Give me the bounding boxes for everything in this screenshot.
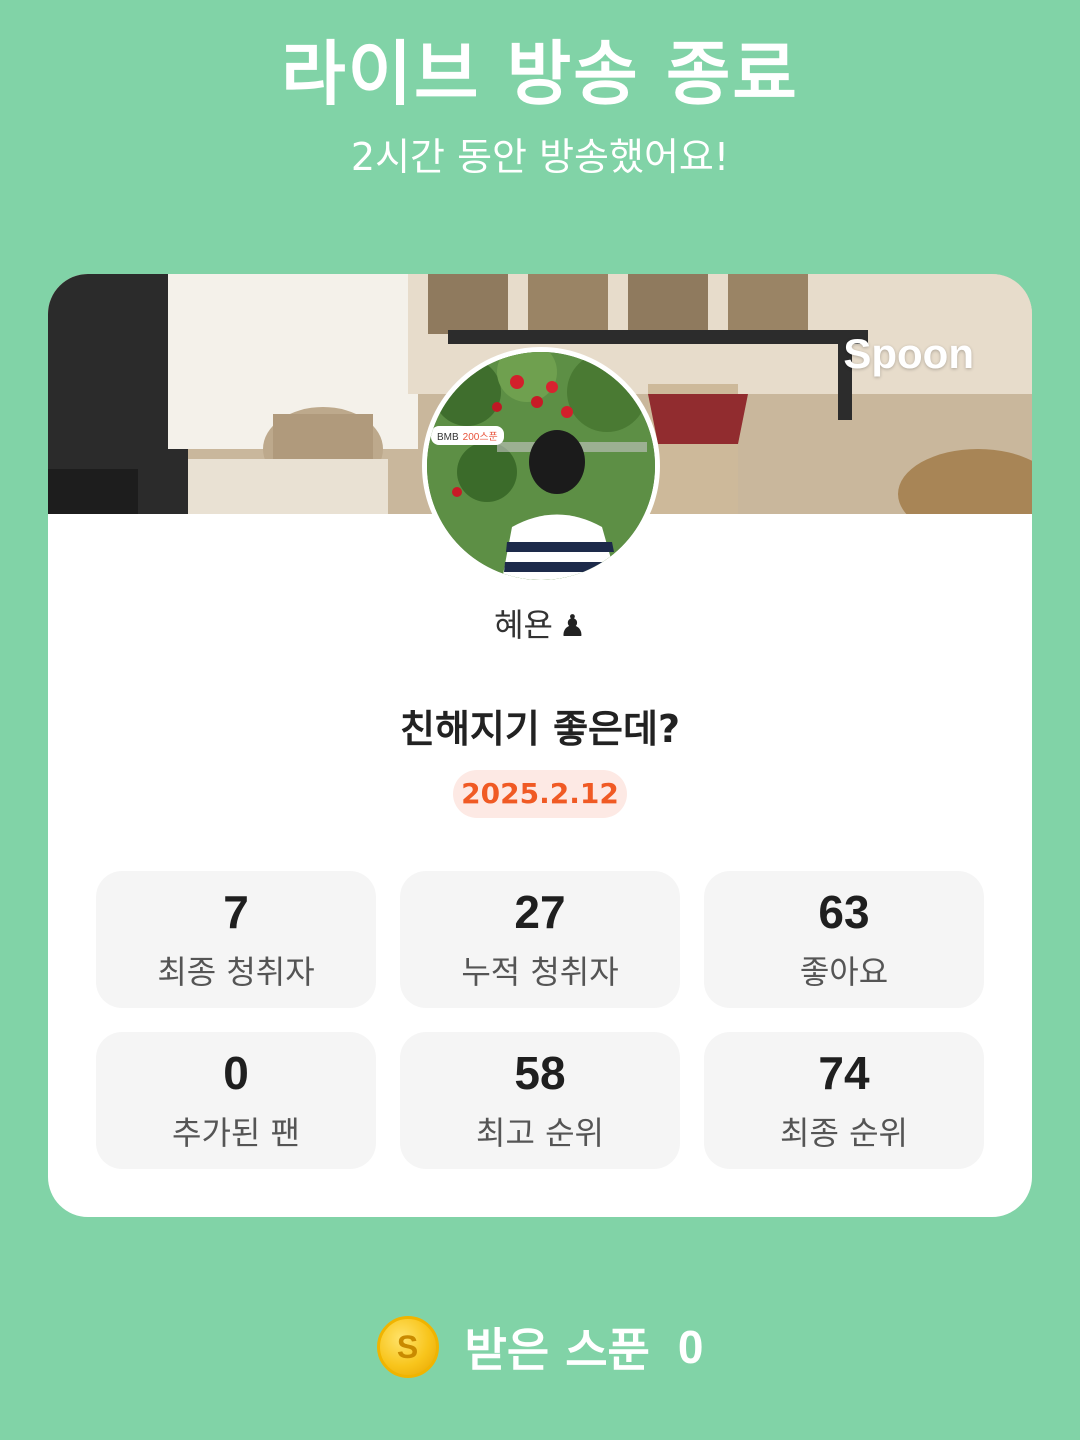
spoon-coin-icon: S [376,1316,439,1378]
stat-value: 7 [223,886,249,938]
broadcast-summary-card: Spoon BMB 200스푼 혜욘 ♟ 친해지기 좋은데? 2025.2.12… [48,274,1032,1217]
stat-likes: 63 좋아요 [704,871,984,1008]
dj-nickname-text: 혜욘 [494,606,553,644]
stat-total-listeners: 27 누적 청취자 [400,871,680,1008]
spoon-brand-logo: Spoon [843,330,974,377]
stat-final-listeners: 7 최종 청취자 [96,871,376,1008]
stat-label: 좋아요 [799,953,889,991]
avatar[interactable]: BMB 200스푼 [422,347,660,585]
live-title: 친해지기 좋은데? [400,707,680,751]
received-spoons-value: 0 [677,1321,704,1373]
stat-value: 58 [514,1047,566,1099]
broadcast-duration: 2시간 동안 방송했어요! [350,135,730,179]
received-spoons-label: 받은 스푼 [464,1323,650,1377]
stat-label: 추가된 팬 [172,1114,300,1152]
stat-value: 27 [514,886,566,938]
received-spoons: S 받은 스푼 0 [0,1312,1080,1382]
stats-grid: 7 최종 청취자 27 누적 청취자 63 좋아요 0 추가된 팬 58 최고 … [96,871,984,1169]
avatar-badge: BMB 200스푼 [431,426,504,445]
stat-new-fans: 0 추가된 팬 [96,1032,376,1169]
stat-label: 최종 청취자 [157,953,315,991]
stat-value: 63 [818,886,870,938]
avatar-badge-name: BMB [437,432,459,443]
stat-final-rank: 74 최종 순위 [704,1032,984,1169]
dj-nickname: 혜욘 ♟ [48,600,1032,646]
stat-label: 최고 순위 [476,1114,604,1152]
stat-label: 최종 순위 [780,1114,908,1152]
stat-best-rank: 58 최고 순위 [400,1032,680,1169]
page-title: 라이브 방송 종료 [281,33,799,115]
broadcast-date-badge: 2025.2.12 [453,770,627,818]
stat-value: 0 [223,1047,249,1099]
stat-label: 누적 청취자 [461,953,619,991]
pawn-icon: ♟ [558,609,586,644]
stat-value: 74 [818,1047,870,1099]
avatar-badge-spoons: 200스푼 [462,432,498,443]
